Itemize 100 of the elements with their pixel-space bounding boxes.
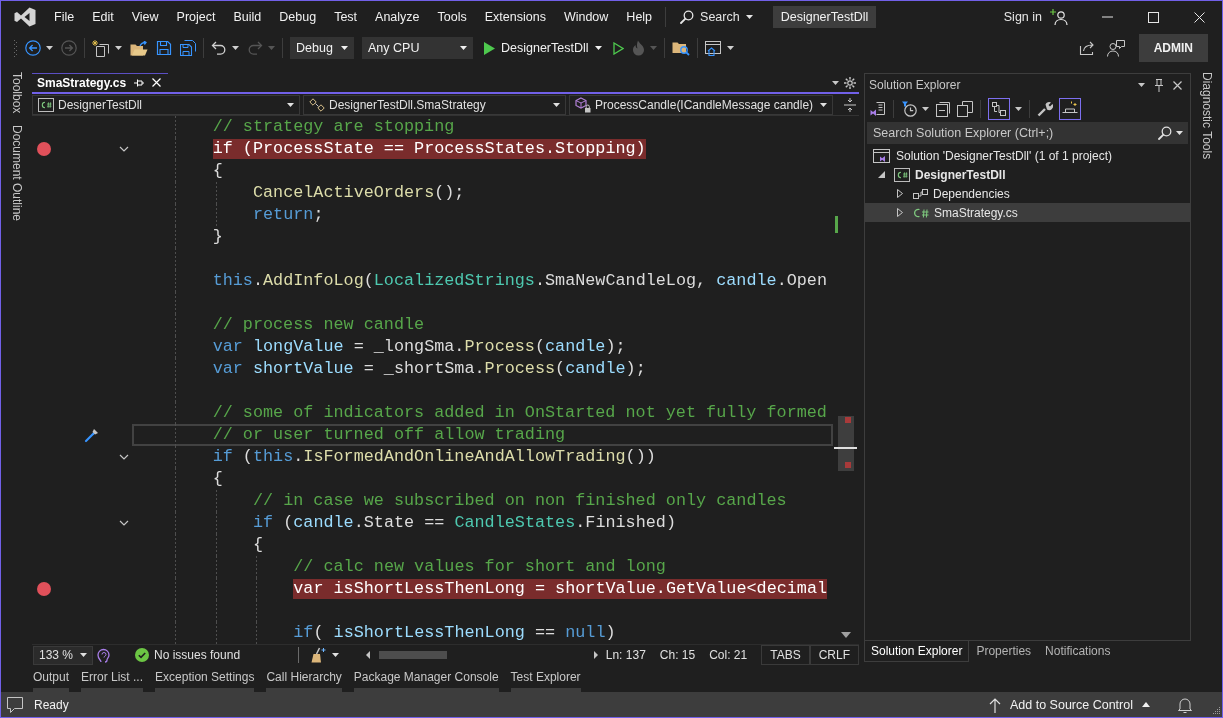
sparkle-tray-icon[interactable] [1059,98,1081,120]
project-dropdown[interactable]: DesignerTestDll [32,94,300,115]
member-dropdown[interactable]: ProcessCandle(ICandleMessage candle) [569,94,833,115]
caret-icon[interactable] [332,653,340,657]
panel-tab[interactable]: Solution Explorer [864,641,970,662]
dropdown[interactable]: Any CPU [362,37,473,59]
zoom-dropdown[interactable]: 133 % [33,645,93,665]
document-logo-icon[interactable] [870,101,886,117]
side-tab[interactable]: Document Outline [9,125,24,222]
caret-icon [553,102,560,107]
collapsed-triangle-icon[interactable] [897,189,903,198]
caret-icon [287,102,294,107]
add-person-icon[interactable] [1050,9,1068,25]
caret-icon[interactable] [1015,107,1022,111]
code-line: // some of indicators added in OnStarted not yet fully formed [212,403,827,423]
account-button[interactable]: ADMIN [1138,34,1208,62]
caret-icon [80,653,87,657]
pin-icon[interactable] [1154,78,1164,92]
chevron-down-icon[interactable] [119,520,129,526]
window-house-icon[interactable] [704,40,722,56]
caret-icon[interactable] [115,46,122,50]
panel-tab[interactable]: Properties [969,641,1039,662]
pages-sparkle-icon[interactable] [92,39,110,57]
panel-tab[interactable]: Notifications [1038,641,1118,662]
menu-item[interactable]: Build [224,5,271,29]
menu-item[interactable]: View [122,5,168,29]
caret-icon[interactable] [46,46,53,50]
menu-item[interactable]: Project [167,5,225,29]
code-line: if (this.IsFormedAndOnlineAndAllowTrading()) [212,447,656,467]
caret-icon[interactable] [922,107,929,111]
type-dropdown[interactable]: DesignerTestDll.SmaStrategy [303,94,566,115]
settings-icon[interactable] [844,76,856,89]
menu-item[interactable]: Tools [428,5,476,29]
dropdown[interactable]: Debug [290,37,354,59]
tree-item[interactable]: DesignerTestDll [865,165,1190,184]
maximize-icon[interactable] [1147,11,1159,23]
tree-item[interactable]: Solution 'DesignerTestDll' (1 of 1 project) [865,146,1190,165]
linked-nodes-icon[interactable] [988,98,1010,120]
caret-icon[interactable] [1138,83,1145,87]
menu-item[interactable]: File [45,5,84,29]
share-icon[interactable] [1078,40,1095,56]
tree-item[interactable]: SmaStrategy.cs [865,203,1190,222]
folder-search-icon[interactable] [671,40,690,56]
menu-item[interactable]: Test [325,5,367,29]
curved-arrow-left-icon[interactable] [211,41,227,55]
chevron-down-icon[interactable] [119,146,129,152]
search-icon[interactable] [1158,126,1172,140]
ear-icon[interactable] [97,647,111,663]
breakpoint-icon[interactable] [37,142,51,156]
bell-icon[interactable] [1178,696,1192,713]
menu-item[interactable]: Edit [83,5,123,29]
side-tab[interactable]: Toolbox [9,72,24,114]
issues-indicator[interactable]: No issues found [135,648,241,662]
menu-item[interactable]: Analyze [366,5,429,29]
brush-icon[interactable] [310,647,327,663]
caret-icon [341,46,348,50]
floppy-disk-icon[interactable] [156,40,172,56]
side-tab[interactable]: Diagnostic Tools [1199,72,1214,160]
cursor-position-text: Col: 21 [709,648,748,662]
wrench-icon[interactable] [1037,101,1053,117]
line-ending-button[interactable]: CRLF [809,645,859,665]
csharp-box-icon [38,97,54,112]
sign-in-button[interactable]: Sign in [1003,10,1042,24]
caret-icon[interactable] [832,80,839,85]
arrow-left-circle-icon[interactable] [25,40,41,56]
menu-item[interactable]: Help [617,5,662,29]
source-control-button[interactable]: Add to Source Control [989,696,1150,713]
start-button[interactable]: DesignerTestDll [481,37,605,59]
up-arrow-icon [989,696,1001,713]
stacked-squares-icon[interactable] [957,101,973,117]
minus-square-icon[interactable] [935,101,951,117]
breakpoint-icon[interactable] [37,582,51,596]
menu-item[interactable]: Extensions [475,5,555,29]
caret-icon[interactable] [232,46,239,50]
clock-filter-icon[interactable] [901,101,917,117]
close-icon[interactable] [1173,80,1182,90]
tree-item[interactable]: Dependencies [865,184,1190,203]
indentation-button[interactable]: TABS [761,645,810,665]
caret-icon[interactable] [1176,131,1183,135]
code-line: var shortValue = _shortSma.Process(candle); [212,359,646,379]
search-button[interactable]: Search [674,5,759,29]
caret-icon[interactable] [726,46,734,50]
feedback-icon[interactable] [1106,39,1125,57]
minimize-icon[interactable] [1101,16,1113,18]
folder-arrow-icon[interactable] [130,40,148,56]
close-icon[interactable] [1193,11,1205,23]
chevron-down-icon[interactable] [119,454,129,460]
menu-item[interactable]: Window [554,5,618,29]
floppy-disks-icon[interactable] [180,40,196,56]
menu-item[interactable]: Debug [270,5,326,29]
collapsed-triangle-icon[interactable] [897,208,903,217]
split-icon[interactable] [844,97,856,112]
screwdriver-icon[interactable] [84,427,100,443]
csharp-file-icon [913,206,929,219]
search-field[interactable]: Search Solution Explorer (Ctrl+;) [867,122,1188,144]
code-line: if (candle.State == CandleStates.Finished) [252,513,676,533]
expanded-triangle-icon[interactable] [877,171,885,178]
resize-grip-icon [1212,706,1220,714]
caret-icon [820,102,827,107]
play-outline-icon[interactable] [612,41,624,55]
